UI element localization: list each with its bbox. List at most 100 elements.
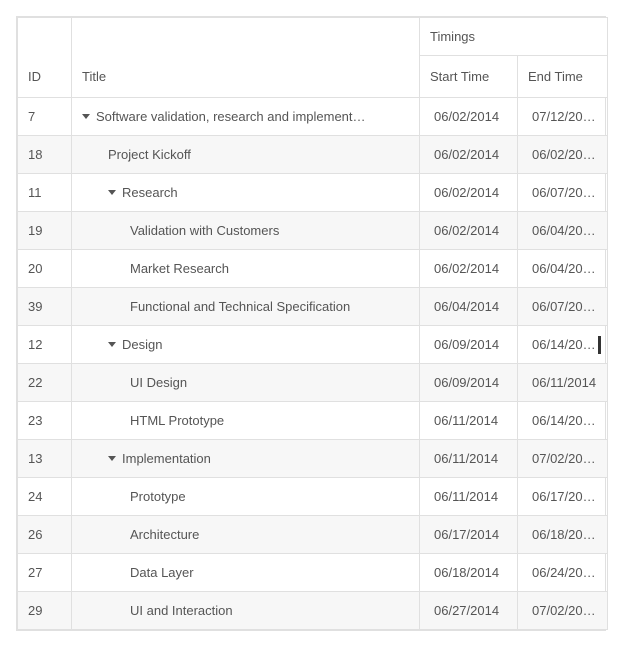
cell-title: UI Design — [72, 364, 420, 402]
tree-grid: Timings ID Title Start Time End Time 7 So… — [16, 16, 606, 631]
chevron-down-icon[interactable] — [108, 456, 116, 461]
cell-id: 20 — [18, 250, 72, 288]
cell-id: 7 — [18, 98, 72, 136]
chevron-down-icon[interactable] — [108, 190, 116, 195]
cell-id: 11 — [18, 174, 72, 212]
cell-end-time: 06/07/2014 — [518, 174, 608, 212]
cell-title: Architecture — [72, 516, 420, 554]
title-text: Architecture — [130, 527, 199, 542]
title-text: Data Layer — [130, 565, 194, 580]
cell-id: 39 — [18, 288, 72, 326]
title-text: Market Research — [130, 261, 229, 276]
cell-id: 29 — [18, 592, 72, 630]
table: Timings ID Title Start Time End Time 7 So… — [17, 17, 608, 630]
table-body: 7 Software validation, research and imple… — [18, 98, 608, 630]
cell-id: 12 — [18, 326, 72, 364]
resize-handle[interactable] — [598, 336, 601, 354]
cell-start-time: 06/09/2014 — [420, 364, 518, 402]
cell-end-time: 07/02/2014 — [518, 440, 608, 478]
title-text: Implementation — [122, 451, 211, 466]
header-title[interactable]: Title — [72, 56, 420, 98]
cell-start-time: 06/11/2014 — [420, 478, 518, 516]
table-row[interactable]: 26 Architecture 06/17/201406/18/2014 — [18, 516, 608, 554]
header-title-spacer — [72, 18, 420, 56]
cell-end-time: 06/04/2014 — [518, 212, 608, 250]
cell-start-time: 06/02/2014 — [420, 174, 518, 212]
cell-end-time: 07/02/2014 — [518, 592, 608, 630]
cell-start-time: 06/18/2014 — [420, 554, 518, 592]
cell-start-time: 06/17/2014 — [420, 516, 518, 554]
title-text: Software validation, research and implem… — [96, 109, 366, 124]
cell-end-time: 06/14/2014 — [518, 326, 608, 364]
header-end-time[interactable]: End Time — [518, 56, 608, 98]
cell-id: 19 — [18, 212, 72, 250]
table-row[interactable]: 24 Prototype 06/11/201406/17/2014 — [18, 478, 608, 516]
cell-start-time: 06/11/2014 — [420, 402, 518, 440]
table-row[interactable]: 13 Implementation 06/11/201407/02/2014 — [18, 440, 608, 478]
chevron-down-icon[interactable] — [82, 114, 90, 119]
title-text: Validation with Customers — [130, 223, 279, 238]
cell-end-time: 06/04/2014 — [518, 250, 608, 288]
cell-id: 18 — [18, 136, 72, 174]
cell-title: UI and Interaction — [72, 592, 420, 630]
cell-id: 13 — [18, 440, 72, 478]
table-row[interactable]: 20 Market Research 06/02/201406/04/2014 — [18, 250, 608, 288]
cell-end-time: 06/17/2014 — [518, 478, 608, 516]
table-row[interactable]: 18 Project Kickoff 06/02/201406/02/2014 — [18, 136, 608, 174]
title-text: Research — [122, 185, 178, 200]
title-text: Prototype — [130, 489, 186, 504]
cell-title: Prototype — [72, 478, 420, 516]
cell-title: HTML Prototype — [72, 402, 420, 440]
table-row[interactable]: 29 UI and Interaction 06/27/201407/02/2014 — [18, 592, 608, 630]
cell-title: Design — [72, 326, 420, 364]
table-row[interactable]: 27 Data Layer 06/18/201406/24/2014 — [18, 554, 608, 592]
title-text: Project Kickoff — [108, 147, 191, 162]
table-row[interactable]: 19 Validation with Customers 06/02/201406/… — [18, 212, 608, 250]
cell-title: Data Layer — [72, 554, 420, 592]
cell-title: Research — [72, 174, 420, 212]
cell-end-time: 06/11/2014 — [518, 364, 608, 402]
header-id-spacer — [18, 18, 72, 56]
cell-end-time: 06/02/2014 — [518, 136, 608, 174]
table-row[interactable]: 12 Design 06/09/201406/14/2014 — [18, 326, 608, 364]
table-row[interactable]: 22 UI Design 06/09/201406/11/2014 — [18, 364, 608, 402]
cell-end-time: 06/07/2014 — [518, 288, 608, 326]
cell-id: 27 — [18, 554, 72, 592]
cell-start-time: 06/02/2014 — [420, 136, 518, 174]
cell-start-time: 06/09/2014 — [420, 326, 518, 364]
cell-title: Market Research — [72, 250, 420, 288]
cell-start-time: 06/02/2014 — [420, 98, 518, 136]
table-row[interactable]: 23 HTML Prototype 06/11/201406/14/2014 — [18, 402, 608, 440]
title-text: UI Design — [130, 375, 187, 390]
cell-id: 22 — [18, 364, 72, 402]
cell-start-time: 06/27/2014 — [420, 592, 518, 630]
cell-id: 24 — [18, 478, 72, 516]
title-text: HTML Prototype — [130, 413, 224, 428]
table-row[interactable]: 11 Research 06/02/201406/07/2014 — [18, 174, 608, 212]
cell-title: Implementation — [72, 440, 420, 478]
cell-title: Project Kickoff — [72, 136, 420, 174]
header-timings[interactable]: Timings — [420, 18, 608, 56]
table-header: Timings ID Title Start Time End Time — [18, 18, 608, 98]
cell-start-time: 06/02/2014 — [420, 250, 518, 288]
cell-title: Validation with Customers — [72, 212, 420, 250]
cell-id: 23 — [18, 402, 72, 440]
cell-start-time: 06/02/2014 — [420, 212, 518, 250]
header-start-time[interactable]: Start Time — [420, 56, 518, 98]
cell-title: Functional and Technical Specification — [72, 288, 420, 326]
cell-end-time: 06/24/2014 — [518, 554, 608, 592]
cell-start-time: 06/11/2014 — [420, 440, 518, 478]
cell-id: 26 — [18, 516, 72, 554]
title-text: Functional and Technical Specification — [130, 299, 350, 314]
header-id[interactable]: ID — [18, 56, 72, 98]
table-row[interactable]: 7 Software validation, research and imple… — [18, 98, 608, 136]
cell-end-time: 06/14/2014 — [518, 402, 608, 440]
title-text: Design — [122, 337, 162, 352]
cell-end-time: 07/12/2014 — [518, 98, 608, 136]
cell-end-time: 06/18/2014 — [518, 516, 608, 554]
chevron-down-icon[interactable] — [108, 342, 116, 347]
title-text: UI and Interaction — [130, 603, 233, 618]
cell-title: Software validation, research and implem… — [72, 98, 420, 136]
cell-start-time: 06/04/2014 — [420, 288, 518, 326]
table-row[interactable]: 39 Functional and Technical Specification… — [18, 288, 608, 326]
